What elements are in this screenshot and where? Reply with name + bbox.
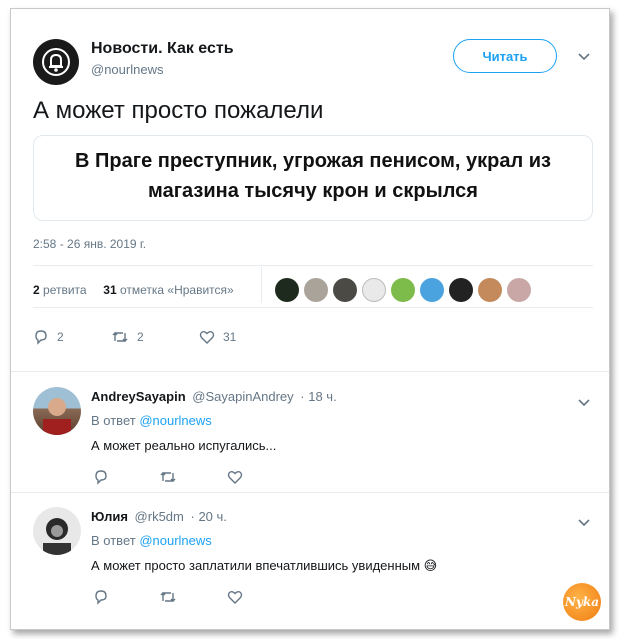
liker-avatar[interactable] [420, 278, 444, 302]
chevron-down-icon[interactable] [577, 515, 591, 533]
like-count: 31 [223, 330, 237, 344]
reply-icon [35, 330, 47, 345]
in-reply-handle[interactable]: @nourlnews [139, 533, 211, 548]
reply-author-handle[interactable]: @rk5dm [135, 509, 184, 524]
card-headline: В Праге преступник, угрожая пенисом, укр… [75, 150, 551, 202]
retweet-icon [112, 332, 128, 342]
reply-text: А может просто заплатили впечатлившись у… [91, 558, 438, 573]
tweet-stats: 2 ретвита 31 отметка «Нравится» [33, 283, 234, 297]
retweet-action[interactable]: 2 [111, 329, 199, 345]
stats-separator [261, 267, 262, 303]
reply-icon[interactable] [93, 469, 109, 485]
divider [33, 265, 593, 266]
reply-text: А может реально испугались... [91, 438, 277, 453]
bell-icon [42, 48, 70, 76]
reply-author-handle[interactable]: @SayapinAndrey [192, 389, 293, 404]
reply-author-name[interactable]: AndreySayapin [91, 389, 186, 404]
reply-actions [93, 469, 243, 485]
liker-avatar[interactable] [478, 278, 502, 302]
retweets-label[interactable]: ретвита [43, 283, 87, 297]
retweet-icon[interactable] [159, 589, 177, 605]
in-reply-prefix: В ответ [91, 413, 136, 428]
reply-item[interactable]: AndreySayapin @SayapinAndrey · 18 ч. В о… [11, 373, 609, 493]
reply-author-name[interactable]: Юлия [91, 509, 128, 524]
tweet-actions: 2 2 31 [33, 329, 236, 345]
heart-icon[interactable] [227, 589, 243, 605]
reply-avatar[interactable] [33, 387, 81, 435]
liker-avatar[interactable] [275, 278, 299, 302]
reply-author[interactable]: AndreySayapin @SayapinAndrey · 18 ч. [91, 389, 337, 404]
reply-time[interactable]: · 20 ч. [191, 509, 227, 524]
author-avatar[interactable] [33, 39, 79, 85]
divider [11, 371, 609, 372]
reply-context: В ответ @nourlnews [91, 413, 212, 428]
retweet-count: 2 [137, 330, 144, 344]
liker-avatar[interactable] [362, 278, 386, 302]
follow-button[interactable]: Читать [453, 39, 557, 73]
reply-author[interactable]: Юлия @rk5dm · 20 ч. [91, 509, 227, 524]
watermark-logo: Nyka [563, 583, 601, 621]
tweet-timestamp[interactable]: 2:58 - 26 янв. 2019 г. [33, 237, 146, 251]
chevron-down-icon[interactable] [577, 49, 591, 67]
heart-icon [199, 331, 215, 344]
reply-avatar[interactable] [33, 507, 81, 555]
divider [33, 307, 593, 308]
reply-action[interactable]: 2 [33, 329, 111, 345]
likes-count[interactable]: 31 [103, 283, 116, 297]
link-card[interactable]: В Праге преступник, угрожая пенисом, укр… [33, 135, 593, 221]
liker-avatar[interactable] [507, 278, 531, 302]
like-action[interactable]: 31 [199, 329, 236, 345]
heart-icon[interactable] [227, 469, 243, 485]
tweet-text: А может просто пожалели [33, 97, 324, 124]
reply-count: 2 [57, 330, 64, 344]
liker-avatar[interactable] [333, 278, 357, 302]
chevron-down-icon[interactable] [577, 395, 591, 413]
retweet-icon[interactable] [159, 469, 177, 485]
liker-avatar[interactable] [304, 278, 328, 302]
author-handle[interactable]: @nourlnews [91, 62, 163, 77]
liker-avatar[interactable] [391, 278, 415, 302]
likes-label[interactable]: отметка «Нравится» [120, 283, 234, 297]
retweets-count[interactable]: 2 [33, 283, 40, 297]
author-name[interactable]: Новости. Как есть [91, 40, 234, 58]
reply-actions [93, 589, 243, 605]
reply-item[interactable]: Юлия @rk5dm · 20 ч. В ответ @nourlnews А… [11, 493, 609, 613]
likers-avatars [275, 278, 531, 302]
tweet-screenshot-frame: Новости. Как есть @nourlnews Читать А мо… [10, 8, 610, 630]
reply-icon[interactable] [93, 589, 109, 605]
liker-avatar[interactable] [449, 278, 473, 302]
in-reply-prefix: В ответ [91, 533, 136, 548]
reply-time[interactable]: · 18 ч. [300, 389, 336, 404]
in-reply-handle[interactable]: @nourlnews [139, 413, 211, 428]
reply-context: В ответ @nourlnews [91, 533, 212, 548]
